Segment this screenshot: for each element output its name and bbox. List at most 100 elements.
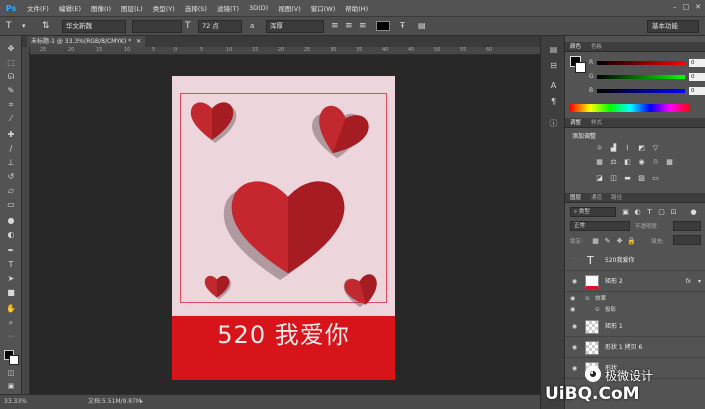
lock-position-icon[interactable]: ✥ xyxy=(615,237,624,245)
menu-select[interactable]: 选择(S) xyxy=(180,3,212,13)
channel-mixer-icon[interactable]: ♲ xyxy=(651,158,660,166)
filter-pixel-icon[interactable]: ▣ xyxy=(621,208,630,216)
dropdown-arrow-icon[interactable]: ▾ xyxy=(22,20,26,32)
align-left-icon[interactable]: ≡ xyxy=(331,20,339,32)
zoom-tool-icon[interactable]: ⌕ xyxy=(4,317,18,328)
menu-image[interactable]: 图像(I) xyxy=(86,3,116,13)
move-tool-icon[interactable]: ✥ xyxy=(4,43,18,54)
red-value-input[interactable]: 0 xyxy=(689,59,705,67)
dodge-tool-icon[interactable]: ◐ xyxy=(4,229,18,240)
minimize-button[interactable]: – xyxy=(673,3,677,11)
close-tab-icon[interactable]: ✕ xyxy=(136,38,141,45)
fx-badge[interactable]: fx xyxy=(685,278,691,285)
close-button[interactable]: ✕ xyxy=(695,3,701,11)
clone-stamp-tool-icon[interactable]: ⊥ xyxy=(4,157,18,168)
eye-icon[interactable]: ◉ xyxy=(570,278,579,286)
heart-small-top-right[interactable] xyxy=(310,100,372,162)
eye-icon[interactable]: ◉ xyxy=(570,305,575,315)
font-family-select[interactable]: 华文新魏 xyxy=(62,20,126,33)
menu-window[interactable]: 窗口(W) xyxy=(306,3,341,13)
healing-brush-tool-icon[interactable]: ✚ xyxy=(4,129,18,140)
type-tool-icon[interactable]: T xyxy=(6,20,12,32)
gradient-map-icon[interactable]: ▭ xyxy=(651,174,660,182)
black-white-icon[interactable]: ◧ xyxy=(623,158,632,166)
visibility-toggle-icon[interactable]: ▢ xyxy=(570,257,579,265)
effects-row[interactable]: ◉ ⊙ 效果 xyxy=(565,294,705,304)
fill-input[interactable] xyxy=(673,235,701,245)
lock-all-icon[interactable]: 🔒 xyxy=(627,237,636,245)
threshold-icon[interactable]: ▬ xyxy=(623,174,632,182)
tab-paths[interactable]: 路径 xyxy=(611,193,622,203)
color-balance-icon[interactable]: ⚖ xyxy=(609,158,618,166)
align-center-icon[interactable]: ≡ xyxy=(345,20,353,32)
heart-tiny-bottom-left[interactable] xyxy=(202,271,232,301)
tab-color[interactable]: 颜色 xyxy=(570,42,581,52)
vibrance-icon[interactable]: ▽ xyxy=(651,144,660,152)
lock-transparent-icon[interactable]: ▦ xyxy=(591,237,600,245)
quick-mask-icon[interactable]: ◫ xyxy=(4,368,18,379)
green-value-input[interactable]: 0 xyxy=(689,73,705,81)
eye-icon[interactable]: ◉ xyxy=(570,344,579,352)
headline-text[interactable]: 520 我爱你 xyxy=(172,316,395,354)
layer-row[interactable]: ◉ 矩形 1 xyxy=(565,317,705,337)
filter-type-icon[interactable]: T xyxy=(645,208,654,216)
font-style-select[interactable] xyxy=(132,20,182,33)
eye-icon[interactable]: ◉ xyxy=(570,323,579,331)
properties-panel-icon[interactable]: ⊟ xyxy=(547,60,560,71)
antialias-select[interactable]: 浑厚 xyxy=(266,20,324,33)
opacity-input[interactable] xyxy=(673,221,701,231)
color-spectrum-bar[interactable] xyxy=(570,104,690,112)
eye-icon[interactable]: ◉ xyxy=(570,294,575,304)
background-color-swatch[interactable] xyxy=(9,355,19,365)
eraser-tool-icon[interactable]: ▱ xyxy=(4,185,18,196)
layer-row[interactable]: ◉ 矩形 2 fx ▾ xyxy=(565,272,705,292)
tab-swatches[interactable]: 色板 xyxy=(591,42,602,52)
background-color-swatch[interactable] xyxy=(575,62,586,73)
tab-styles[interactable]: 样式 xyxy=(591,118,602,128)
layer-row[interactable]: ◉ 形状 1 拷贝 6 xyxy=(565,338,705,358)
filter-toggle-icon[interactable]: ● xyxy=(689,208,698,216)
status-arrow-icon[interactable]: ▸ xyxy=(140,395,143,409)
crop-tool-icon[interactable]: ⌗ xyxy=(4,99,18,110)
filter-smart-icon[interactable]: ⊡ xyxy=(669,208,678,216)
menu-layer[interactable]: 图层(L) xyxy=(116,3,148,13)
tab-layers[interactable]: 图层 xyxy=(570,193,581,203)
brightness-icon[interactable]: ☼ xyxy=(595,144,604,152)
lasso-tool-icon[interactable]: ᘏ xyxy=(4,71,18,82)
info-panel-icon[interactable]: ⓘ xyxy=(547,118,560,129)
heart-small-top-left[interactable] xyxy=(186,94,238,146)
tab-channels[interactable]: 通道 xyxy=(591,193,602,203)
blue-value-input[interactable]: 0 xyxy=(689,87,705,95)
photo-filter-icon[interactable]: ◉ xyxy=(637,158,646,166)
curves-icon[interactable]: ⌇ xyxy=(623,144,632,152)
menu-help[interactable]: 帮助(H) xyxy=(340,3,373,13)
layer-row[interactable]: ▢ T 520我爱你 xyxy=(565,251,705,271)
menu-view[interactable]: 视图(V) xyxy=(273,3,306,13)
expand-effects-icon[interactable]: ▾ xyxy=(698,278,701,285)
drop-shadow-row[interactable]: ◉ ⊙ 投影 xyxy=(565,305,705,315)
menu-3d[interactable]: 3D(D) xyxy=(244,4,273,12)
paragraph-panel-icon[interactable]: ¶ xyxy=(547,96,560,107)
lock-pixels-icon[interactable]: ✎ xyxy=(603,237,612,245)
type-tool-icon[interactable]: T xyxy=(4,259,18,270)
eye-icon[interactable]: ◉ xyxy=(570,365,579,373)
document-tab[interactable]: 未标题-1 @ 33.3%(RGB/8/CMYK) * ✕ xyxy=(27,36,146,47)
blur-tool-icon[interactable]: ● xyxy=(4,215,18,226)
workspace-select[interactable]: 基本功能 xyxy=(647,20,699,33)
restore-button[interactable]: □ xyxy=(683,3,690,11)
blend-mode-select[interactable]: 正常 xyxy=(570,221,630,231)
color-lookup-icon[interactable]: ▩ xyxy=(665,158,674,166)
pen-tool-icon[interactable]: ✒ xyxy=(4,245,18,256)
character-panel-icon[interactable]: A xyxy=(547,80,560,91)
filter-adjustment-icon[interactable]: ◐ xyxy=(633,208,642,216)
filter-shape-icon[interactable]: ▢ xyxy=(657,208,666,216)
tab-adjustments[interactable]: 调整 xyxy=(570,118,581,128)
posterize-icon[interactable]: ◫ xyxy=(609,174,618,182)
exposure-icon[interactable]: ◩ xyxy=(637,144,646,152)
invert-icon[interactable]: ◪ xyxy=(595,174,604,182)
text-orientation-icon[interactable]: ⇅ xyxy=(42,20,50,32)
history-panel-icon[interactable]: ▤ xyxy=(547,44,560,55)
document-canvas[interactable]: 520 我爱你 xyxy=(172,76,395,380)
layer-filter-select[interactable]: ⌕ 类型 xyxy=(570,207,616,217)
align-right-icon[interactable]: ≡ xyxy=(359,20,367,32)
